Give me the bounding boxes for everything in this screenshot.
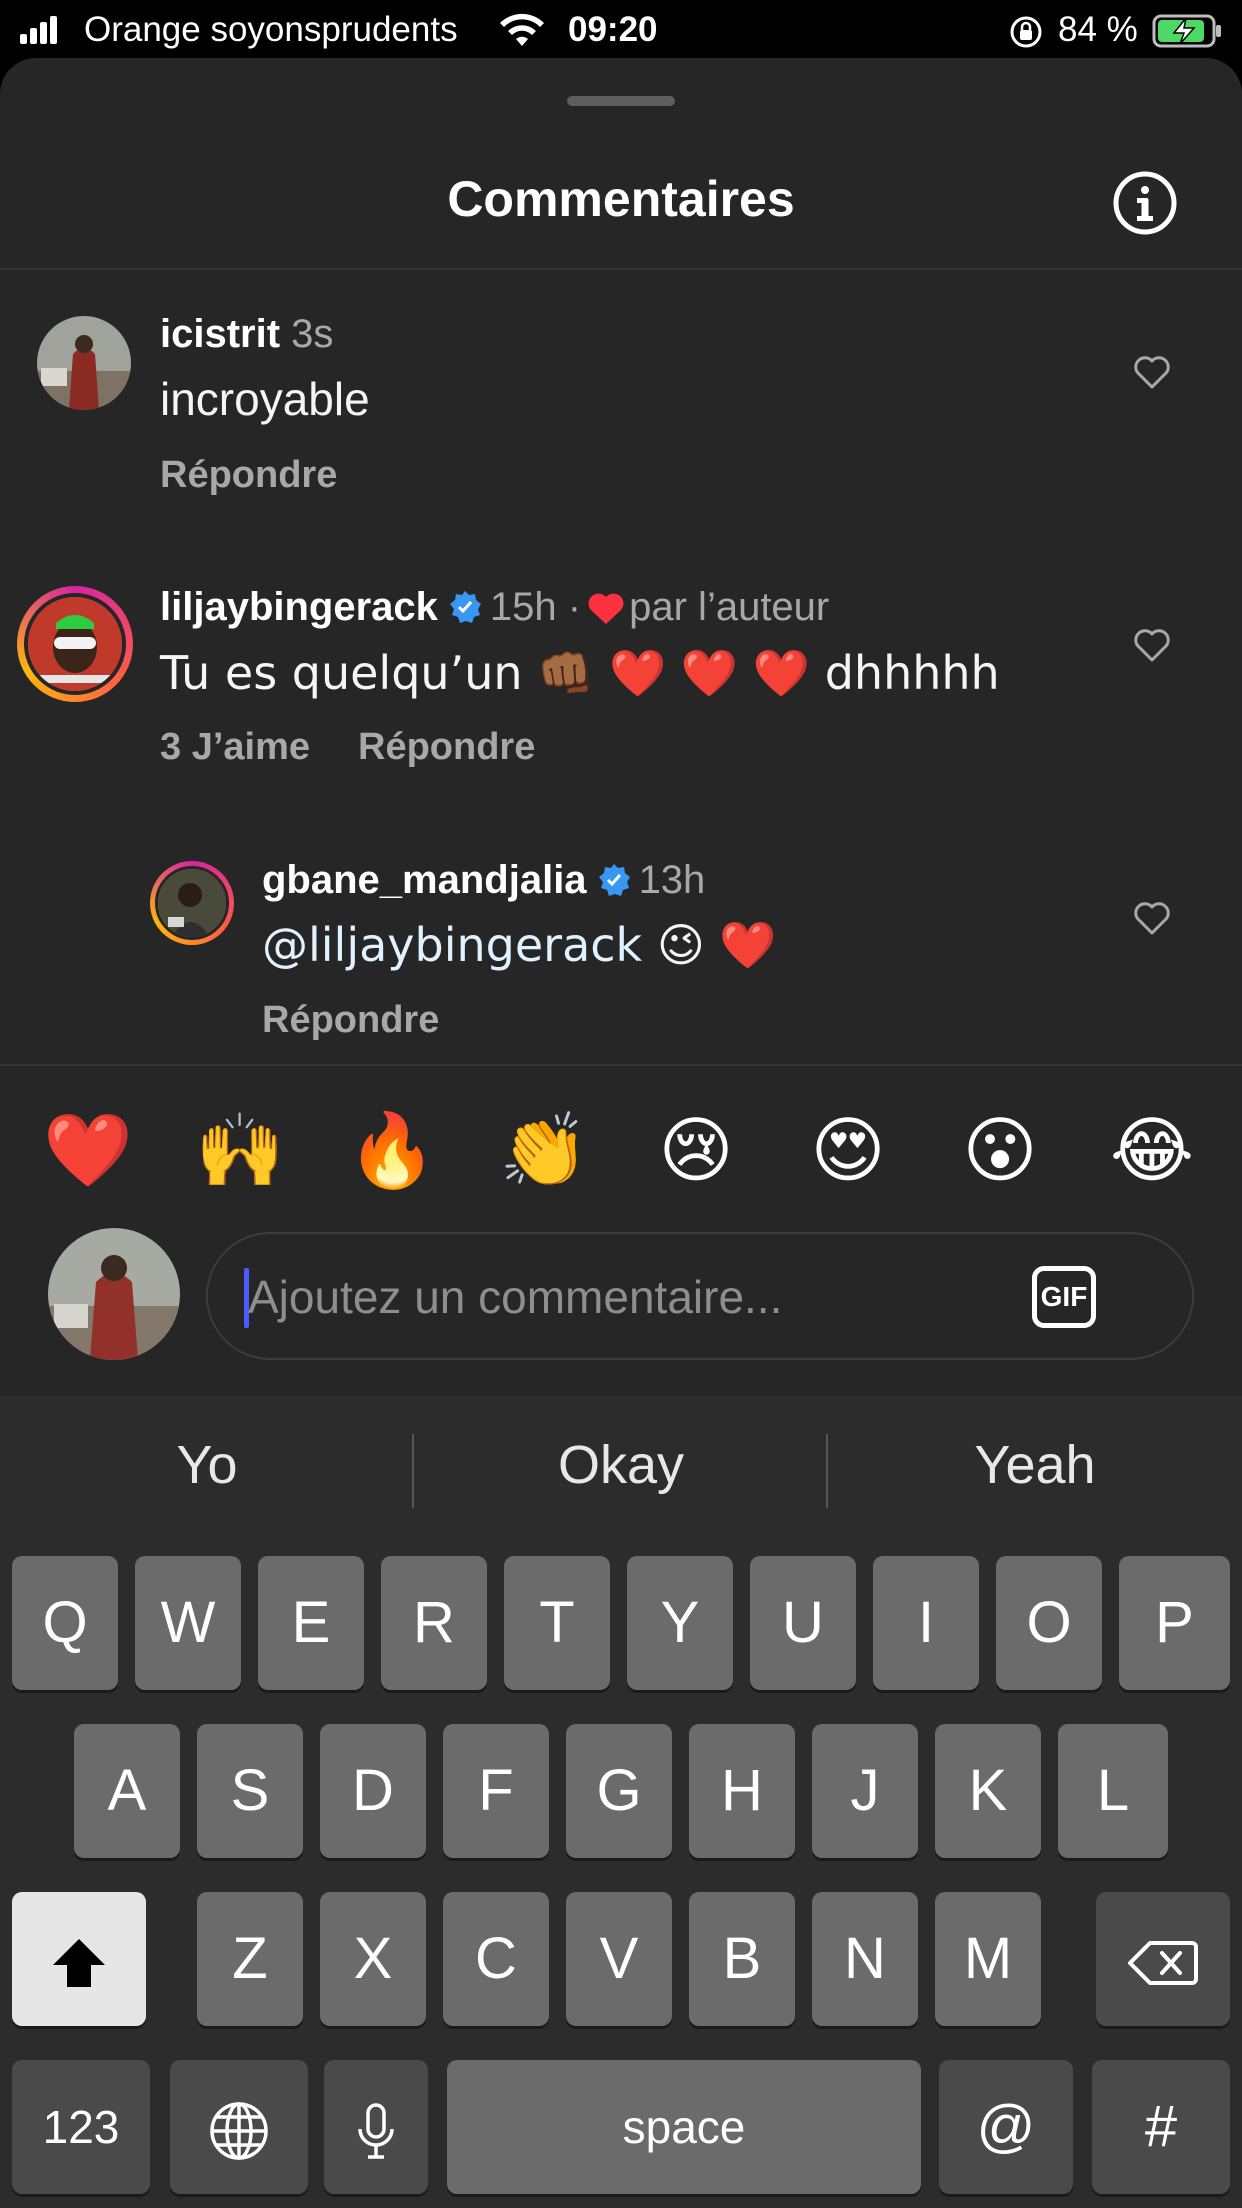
suggestion-1[interactable]: Yo: [0, 1434, 414, 1496]
key-a[interactable]: A: [74, 1724, 180, 1858]
key-g[interactable]: G: [566, 1724, 672, 1858]
quick-reactions-bar: ❤️ 🙌 🔥 👏 😢 😍 😮 😂: [0, 1100, 1242, 1200]
avatar[interactable]: [37, 316, 131, 410]
comments-sheet: Commentaires icistrit 3s incroyable Répo…: [0, 58, 1242, 1398]
comment-text: incroyable: [160, 373, 370, 425]
comment-username[interactable]: liljaybingerack: [160, 585, 438, 629]
battery-charging-icon: [1152, 14, 1221, 48]
sheet-grabber[interactable]: [567, 96, 675, 106]
cellular-signal-icon: [20, 16, 60, 44]
heart-outline-icon[interactable]: [1132, 627, 1172, 663]
globe-key[interactable]: [170, 2060, 308, 2194]
comment-time: 13h: [638, 858, 706, 902]
key-w[interactable]: W: [135, 1556, 241, 1690]
comment-time: 15h: [489, 585, 557, 629]
liked-by-author-label: par l’auteur: [629, 585, 830, 629]
carrier-name: Orange soyonsprudents: [84, 10, 458, 49]
reaction-heart[interactable]: ❤️: [38, 1100, 138, 1200]
likes-count-button[interactable]: 3 J’aime: [160, 726, 310, 768]
rotation-lock-icon: [1010, 16, 1042, 48]
space-key[interactable]: space: [447, 2060, 921, 2194]
microphone-icon: [358, 2102, 394, 2159]
at-key[interactable]: @: [939, 2060, 1073, 2194]
reaction-clap[interactable]: 👏: [494, 1100, 594, 1200]
reaction-raised-hands[interactable]: 🙌: [190, 1100, 290, 1200]
key-e[interactable]: E: [258, 1556, 364, 1690]
key-k[interactable]: K: [935, 1724, 1041, 1858]
key-f[interactable]: F: [443, 1724, 549, 1858]
comment-username[interactable]: icistrit: [160, 312, 280, 356]
key-h[interactable]: H: [689, 1724, 795, 1858]
key-j[interactable]: J: [812, 1724, 918, 1858]
heart-outline-icon[interactable]: [1132, 900, 1172, 936]
key-p[interactable]: P: [1119, 1556, 1230, 1690]
globe-icon: [210, 2101, 268, 2160]
status-bar: Orange soyonsprudents 09:20 84 %: [0, 0, 1242, 62]
reaction-laughing[interactable]: 😂: [1102, 1100, 1202, 1200]
key-c[interactable]: C: [443, 1892, 549, 2026]
reactions-divider: [0, 1064, 1242, 1066]
key-i[interactable]: I: [873, 1556, 979, 1690]
backspace-icon: [1128, 1940, 1198, 1985]
clock: 09:20: [568, 10, 658, 49]
gif-button[interactable]: GIF: [1032, 1266, 1096, 1328]
key-z[interactable]: Z: [197, 1892, 303, 2026]
heart-outline-icon[interactable]: [1132, 354, 1172, 390]
battery-percentage: 84 %: [1058, 10, 1138, 49]
author-heart-icon: [588, 593, 624, 624]
comment-input[interactable]: Ajoutez un commentaire... GIF: [206, 1232, 1194, 1360]
reply-button[interactable]: Répondre: [160, 454, 337, 496]
sheet-title: Commentaires: [447, 171, 795, 227]
key-b[interactable]: B: [689, 1892, 795, 2026]
reaction-surprised[interactable]: 😮: [950, 1100, 1050, 1200]
dictation-key[interactable]: [324, 2060, 428, 2194]
key-x[interactable]: X: [320, 1892, 426, 2026]
key-d[interactable]: D: [320, 1724, 426, 1858]
reaction-crying[interactable]: 😢: [646, 1100, 746, 1200]
comment-composer: Ajoutez un commentaire... GIF: [0, 1228, 1242, 1378]
suggestion-2[interactable]: Okay: [414, 1434, 828, 1496]
reply-button[interactable]: Répondre: [358, 726, 535, 768]
numbers-key[interactable]: 123: [12, 2060, 150, 2194]
wifi-icon: [500, 13, 544, 46]
key-r[interactable]: R: [381, 1556, 487, 1690]
reaction-fire[interactable]: 🔥: [342, 1100, 442, 1200]
comment-text: Tu es quelqu’un 👊🏾 ❤️ ❤️ ❤️ dhhhhh: [160, 646, 1000, 700]
key-n[interactable]: N: [812, 1892, 918, 2026]
avatar[interactable]: [155, 866, 229, 940]
current-user-avatar: [48, 1228, 180, 1360]
key-m[interactable]: M: [935, 1892, 1041, 2026]
comment-time: 3s: [291, 312, 334, 356]
mention-link[interactable]: @liljaybingerack: [262, 918, 642, 972]
shift-key[interactable]: [12, 1892, 146, 2026]
verified-badge-icon: [598, 864, 630, 896]
key-v[interactable]: V: [566, 1892, 672, 2026]
key-o[interactable]: O: [996, 1556, 1102, 1690]
suggestion-3[interactable]: Yeah: [828, 1434, 1242, 1496]
key-u[interactable]: U: [750, 1556, 856, 1690]
header-divider: [0, 268, 1242, 270]
comment-text: @liljaybingerack 😉 ❤️: [262, 918, 777, 973]
shift-icon: [53, 1938, 105, 1987]
hash-key[interactable]: #: [1092, 2060, 1230, 2194]
predictive-bar: Yo Okay Yeah: [0, 1396, 1242, 1546]
meta-separator: ·: [567, 585, 582, 629]
key-y[interactable]: Y: [627, 1556, 733, 1690]
avatar[interactable]: [24, 593, 126, 695]
key-l[interactable]: L: [1058, 1724, 1168, 1858]
comment-text-emoji: 😉 ❤️: [642, 918, 777, 972]
verified-badge-icon: [449, 591, 481, 623]
key-q[interactable]: Q: [12, 1556, 118, 1690]
reaction-heart-eyes[interactable]: 😍: [798, 1100, 898, 1200]
key-t[interactable]: T: [504, 1556, 610, 1690]
key-s[interactable]: S: [197, 1724, 303, 1858]
reply-button[interactable]: Répondre: [262, 999, 439, 1041]
delete-key[interactable]: [1096, 1892, 1230, 2026]
comment-username[interactable]: gbane_mandjalia: [262, 858, 587, 902]
keyboard: Yo Okay Yeah Q W E R T Y U I O P A S D F…: [0, 1396, 1242, 2208]
comment-input-placeholder: Ajoutez un commentaire...: [248, 1271, 783, 1323]
info-icon[interactable]: [1113, 171, 1177, 235]
